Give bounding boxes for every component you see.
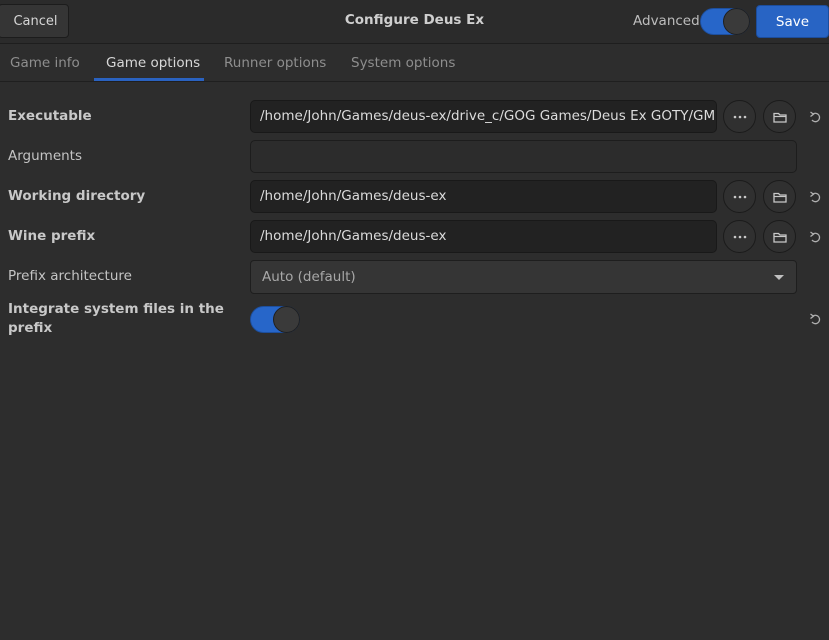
wine-prefix-reset-button[interactable] [807, 229, 823, 245]
executable-label: Executable [8, 108, 92, 124]
executable-reset-button[interactable] [807, 109, 823, 125]
working-directory-open-folder-button[interactable] [763, 180, 796, 213]
prefix-architecture-dropdown[interactable]: Auto (default) [250, 260, 797, 294]
ellipsis-icon [733, 235, 746, 238]
advanced-label: Advanced [633, 13, 700, 29]
reset-icon [809, 190, 820, 202]
header-bar: Cancel Configure Deus Ex Advanced Save [0, 0, 829, 44]
reset-icon [809, 312, 820, 324]
folder-icon [772, 112, 787, 123]
save-button[interactable]: Save [756, 5, 829, 38]
wine-prefix-field[interactable]: /home/John/Games/deus-ex [250, 220, 717, 253]
working-directory-reset-button[interactable] [807, 189, 823, 205]
prefix-architecture-value: Auto (default) [262, 269, 356, 285]
integrate-system-files-reset-button[interactable] [807, 311, 823, 327]
prefix-architecture-label: Prefix architecture [8, 268, 132, 284]
wine-prefix-browse-button[interactable] [723, 220, 756, 253]
tab-system-options[interactable]: System options [351, 55, 455, 71]
tab-game-options[interactable]: Game options [106, 55, 200, 71]
toggle-knob [723, 8, 750, 35]
wine-prefix-label: Wine prefix [8, 228, 96, 244]
executable-browse-button[interactable] [723, 100, 756, 133]
folder-icon [772, 192, 787, 203]
ellipsis-icon [733, 195, 746, 198]
chevron-down-icon [774, 275, 784, 280]
folder-icon [772, 232, 787, 243]
working-directory-label: Working directory [8, 188, 146, 204]
executable-field[interactable]: /home/John/Games/deus-ex/drive_c/GOG Gam… [250, 100, 717, 133]
active-tab-indicator [94, 78, 204, 81]
reset-icon [809, 230, 820, 242]
tab-game-info[interactable]: Game info [10, 55, 80, 71]
arguments-field[interactable] [250, 140, 797, 173]
tab-runner-options[interactable]: Runner options [224, 55, 326, 71]
advanced-toggle[interactable] [700, 8, 750, 35]
executable-open-folder-button[interactable] [763, 100, 796, 133]
working-directory-browse-button[interactable] [723, 180, 756, 213]
wine-prefix-open-folder-button[interactable] [763, 220, 796, 253]
integrate-system-files-toggle[interactable] [250, 306, 300, 333]
ellipsis-icon [733, 115, 746, 118]
toggle-knob [273, 306, 300, 333]
integrate-system-files-label: Integrate system files in the prefix [8, 301, 224, 336]
arguments-label: Arguments [8, 148, 83, 164]
working-directory-field[interactable]: /home/John/Games/deus-ex [250, 180, 717, 213]
reset-icon [809, 110, 820, 122]
tab-bar: Game info Game options Runner options Sy… [0, 45, 829, 82]
